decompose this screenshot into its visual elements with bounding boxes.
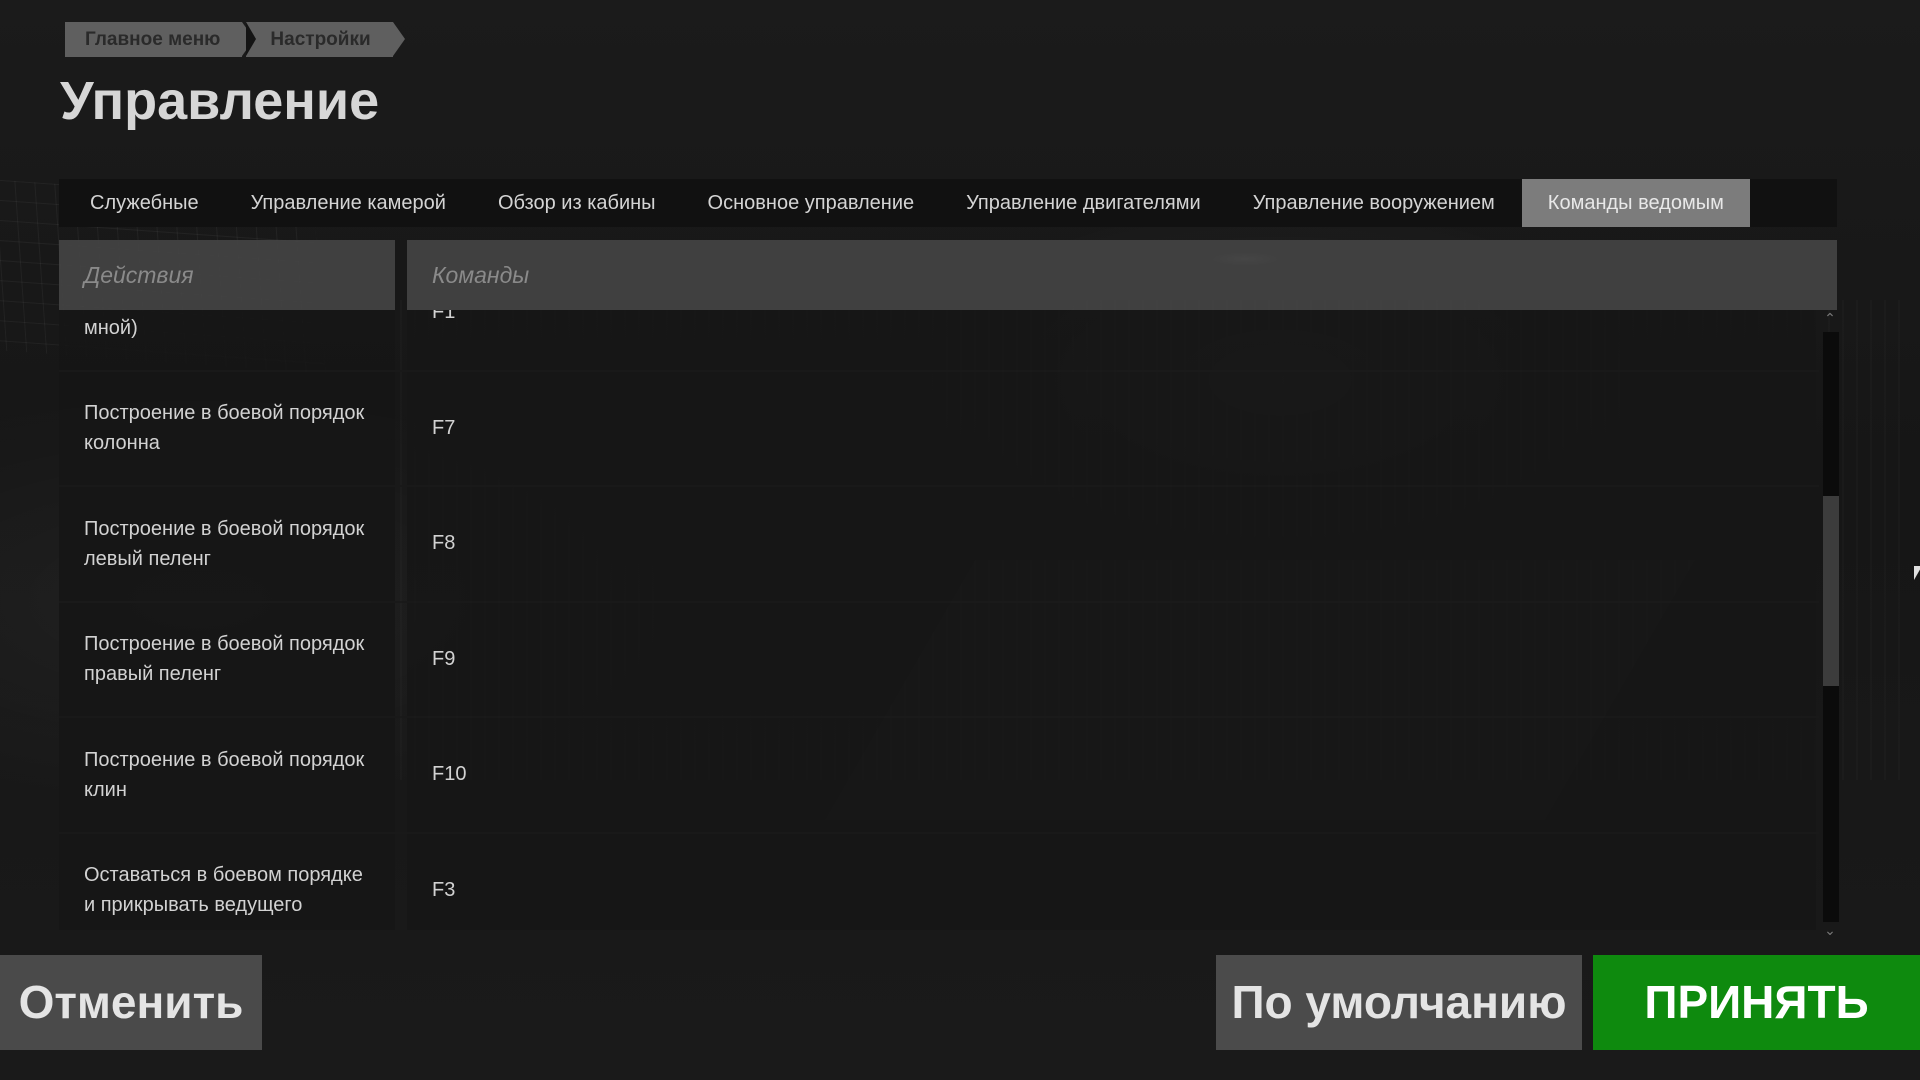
action-label: Делай как я (повторяй за мной)	[59, 310, 395, 370]
action-label: Построение в боевой порядок правый пелен…	[59, 602, 395, 716]
action-label: Оставаться в боевом порядке и прикрывать…	[59, 833, 395, 930]
table-row[interactable]: Делай как я (повторяй за мной) F1	[59, 310, 1819, 370]
breadcrumb-main-menu[interactable]: Главное меню	[65, 22, 255, 57]
accept-button[interactable]: ПРИНЯТЬ	[1593, 955, 1920, 1050]
table-header: Действия Команды	[59, 240, 1837, 310]
default-button[interactable]: По умолчанию	[1216, 955, 1582, 1050]
page-title: Управление	[60, 71, 380, 131]
header-actions: Действия	[59, 240, 395, 310]
action-label: Построение в боевой порядок клин	[59, 718, 395, 832]
key-binding[interactable]: F10	[407, 718, 1816, 832]
table-row[interactable]: Оставаться в боевом порядке и прикрывать…	[59, 831, 1819, 930]
scroll-track[interactable]	[1823, 332, 1839, 922]
action-label: Построение в боевой порядок колонна	[59, 371, 395, 485]
table-row[interactable]: Построение в боевой порядок клин F10	[59, 716, 1819, 832]
keybind-table: Действия Команды Делай как я (повторяй з…	[59, 240, 1839, 938]
action-label: Построение в боевой порядок левый пеленг	[59, 487, 395, 601]
key-binding[interactable]: F9	[407, 602, 1816, 716]
table-row[interactable]: Построение в боевой порядок левый пеленг…	[59, 485, 1819, 601]
key-binding[interactable]: F1	[407, 310, 1816, 370]
tab-camera-control[interactable]: Управление камерой	[225, 179, 472, 227]
scroll-thumb[interactable]	[1823, 496, 1839, 686]
table-body: Делай как я (повторяй за мной) F1 Постро…	[59, 310, 1819, 930]
tab-engine-control[interactable]: Управление двигателями	[940, 179, 1227, 227]
chevron-up-icon[interactable]: ⌃	[1821, 310, 1839, 326]
chevron-down-icon[interactable]: ⌄	[1821, 922, 1839, 938]
tab-service[interactable]: Служебные	[64, 179, 225, 227]
breadcrumb: Главное меню Настройки	[65, 22, 405, 57]
table-row[interactable]: Построение в боевой порядок колонна F7	[59, 369, 1819, 485]
tab-weapon-control[interactable]: Управление вооружением	[1227, 179, 1521, 227]
tab-main-control[interactable]: Основное управление	[682, 179, 941, 227]
table-row[interactable]: Построение в боевой порядок правый пелен…	[59, 600, 1819, 716]
mouse-cursor-icon	[1914, 566, 1920, 580]
header-commands: Команды	[407, 240, 1837, 310]
breadcrumb-settings[interactable]: Настройки	[246, 22, 405, 57]
key-binding[interactable]: F8	[407, 487, 1816, 601]
tab-bar: Служебные Управление камерой Обзор из ка…	[59, 179, 1837, 227]
tab-cockpit-view[interactable]: Обзор из кабины	[472, 179, 682, 227]
tab-wingman-commands[interactable]: Команды ведомым	[1521, 179, 1750, 227]
cancel-button[interactable]: Отменить	[0, 955, 262, 1050]
key-binding[interactable]: F3	[407, 833, 1816, 930]
key-binding[interactable]: F7	[407, 371, 1816, 485]
scrollbar[interactable]: ⌃ ⌄	[1821, 310, 1839, 938]
